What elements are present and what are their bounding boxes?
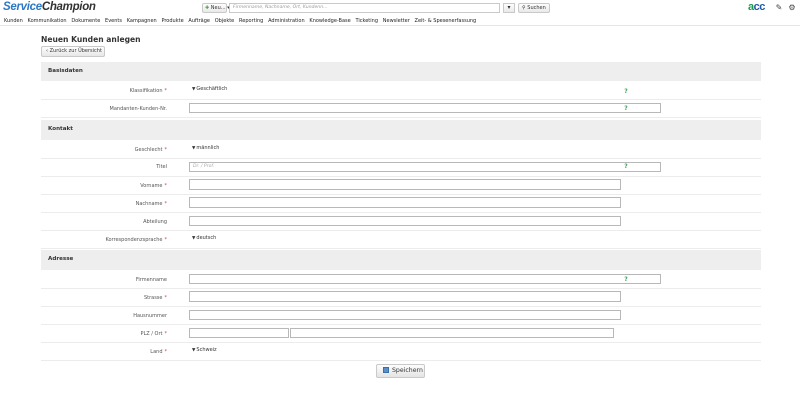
hausnummer-input[interactable]	[189, 310, 621, 320]
nav-item-kunden[interactable]: Kunden	[4, 18, 23, 24]
row-korrespondenzsprache: Korrespondenzsprache * ▼deutsch	[41, 231, 761, 249]
field-label: Klassifikation *	[129, 88, 168, 94]
back-to-overview-button[interactable]: ‹ Zurück zur Übersicht	[41, 46, 105, 57]
chevron-down-icon: ▼	[192, 87, 196, 92]
required-marker: *	[164, 295, 168, 301]
plus-icon: ✚	[205, 5, 210, 11]
vorname-input[interactable]	[189, 179, 621, 190]
nav-item-administration[interactable]: Administration	[268, 18, 305, 24]
section-title: Kontakt	[48, 126, 73, 132]
main-navigation: Kunden Kommunikation Dokumente Events Ka…	[0, 16, 800, 26]
row-firmenname: Firmenname ?	[41, 271, 761, 289]
nav-item-ticketing[interactable]: Ticketing	[355, 18, 378, 24]
search-dropdown-button[interactable]: ▾	[503, 3, 515, 13]
page-title: Neuen Kunden anlegen	[41, 35, 141, 44]
app-logo[interactable]: ServiceChampion	[3, 1, 96, 13]
nav-item-auftraege[interactable]: Aufträge	[188, 18, 210, 24]
required-marker: *	[164, 201, 168, 207]
help-icon[interactable]: ?	[623, 163, 629, 171]
section-title: Basisdaten	[48, 68, 83, 74]
chevron-left-icon: ‹	[46, 48, 48, 54]
land-select[interactable]: ▼Schweiz	[192, 347, 217, 353]
field-label: Mandanten-Kunden-Nr.	[109, 106, 167, 112]
save-disk-icon	[383, 367, 389, 373]
save-button[interactable]: Speichern	[376, 364, 425, 378]
field-label: Vorname *	[140, 183, 167, 189]
search-input[interactable]: Firmenname, Nachname, Ort, Kundenn...	[229, 3, 500, 13]
required-marker: *	[164, 237, 168, 243]
nav-item-kommunikation[interactable]: Kommunikation	[28, 18, 67, 24]
firmenname-input[interactable]	[189, 274, 661, 284]
required-marker: *	[164, 331, 168, 337]
chevron-down-icon: ▼	[192, 348, 196, 353]
row-vorname: Vorname *	[41, 177, 761, 195]
row-mandanten-kunden-nr: Mandanten-Kunden-Nr. ?	[41, 100, 761, 118]
row-strasse: Strasse *	[41, 289, 761, 307]
field-label: Titel	[156, 164, 167, 170]
row-titel: Titel Dr. / Prof. ?	[41, 159, 761, 177]
nav-item-events[interactable]: Events	[105, 18, 122, 24]
required-marker: *	[164, 183, 168, 189]
chevron-down-icon: ▾	[507, 4, 511, 11]
app-header: ServiceChampion ✚ Neu... ▾ Firmenname, N…	[0, 0, 800, 16]
edit-icon[interactable]: ✎	[775, 4, 783, 12]
field-label: Abteilung	[143, 219, 167, 225]
mandanten-kunden-nr-input[interactable]	[189, 103, 661, 113]
field-label: Land *	[150, 349, 167, 355]
plz-input[interactable]	[189, 328, 289, 338]
required-marker: *	[164, 349, 168, 355]
nav-item-dokumente[interactable]: Dokumente	[71, 18, 100, 24]
row-klassifikation: Klassifikation * ▼Geschäftlich ?	[41, 82, 761, 100]
nav-item-kampagnen[interactable]: Kampagnen	[127, 18, 157, 24]
nav-item-produkte[interactable]: Produkte	[161, 18, 183, 24]
field-label: Hausnummer	[133, 313, 167, 319]
korrespondenzsprache-select[interactable]: ▼deutsch	[192, 235, 216, 241]
nav-item-knowledge-base[interactable]: Knowledge-Base	[309, 18, 350, 24]
row-land: Land * ▼Schweiz	[41, 343, 761, 361]
search-button[interactable]: ⚲ Suchen	[518, 3, 550, 13]
row-abteilung: Abteilung	[41, 213, 761, 231]
klassifikation-select[interactable]: ▼Geschäftlich	[192, 86, 227, 92]
nav-item-reporting[interactable]: Reporting	[239, 18, 263, 24]
help-icon[interactable]: ?	[623, 88, 629, 96]
field-label: Geschlecht *	[134, 147, 168, 153]
section-header-basisdaten: Basisdaten	[41, 62, 761, 81]
section-title: Adresse	[48, 256, 74, 262]
required-marker: *	[164, 147, 168, 153]
chevron-down-icon: ▼	[192, 236, 196, 241]
row-hausnummer: Hausnummer	[41, 307, 761, 325]
chevron-down-icon: ▼	[192, 146, 196, 151]
section-header-kontakt: Kontakt	[41, 120, 761, 140]
help-icon[interactable]: ?	[623, 276, 629, 284]
field-label: Firmenname	[135, 277, 167, 283]
required-marker: *	[164, 88, 168, 94]
field-label: Strasse *	[143, 295, 168, 301]
row-geschlecht: Geschlecht * ▼männlich	[41, 141, 761, 159]
abteilung-input[interactable]	[189, 216, 621, 226]
brand-logo: acc	[748, 1, 765, 13]
ort-input[interactable]	[290, 328, 614, 338]
nav-item-zeiterfassung[interactable]: Zeit- & Spesenerfassung	[415, 18, 477, 24]
row-nachname: Nachname *	[41, 195, 761, 213]
strasse-input[interactable]	[189, 291, 621, 302]
row-plz-ort: PLZ / Ort *	[41, 325, 761, 343]
nav-item-objekte[interactable]: Objekte	[215, 18, 235, 24]
new-button[interactable]: ✚ Neu... ▾	[202, 3, 230, 13]
geschlecht-select[interactable]: ▼männlich	[192, 145, 219, 151]
titel-input[interactable]: Dr. / Prof.	[189, 162, 661, 172]
help-icon[interactable]: ?	[623, 105, 629, 113]
gear-icon[interactable]: ⚙	[788, 4, 796, 12]
field-label: Nachname *	[135, 201, 168, 207]
field-label: Korrespondenzsprache *	[105, 237, 167, 243]
search-icon: ⚲	[522, 5, 526, 11]
nachname-input[interactable]	[189, 197, 621, 208]
nav-item-newsletter[interactable]: Newsletter	[383, 18, 410, 24]
section-header-adresse: Adresse	[41, 250, 761, 270]
field-label: PLZ / Ort *	[140, 331, 167, 337]
